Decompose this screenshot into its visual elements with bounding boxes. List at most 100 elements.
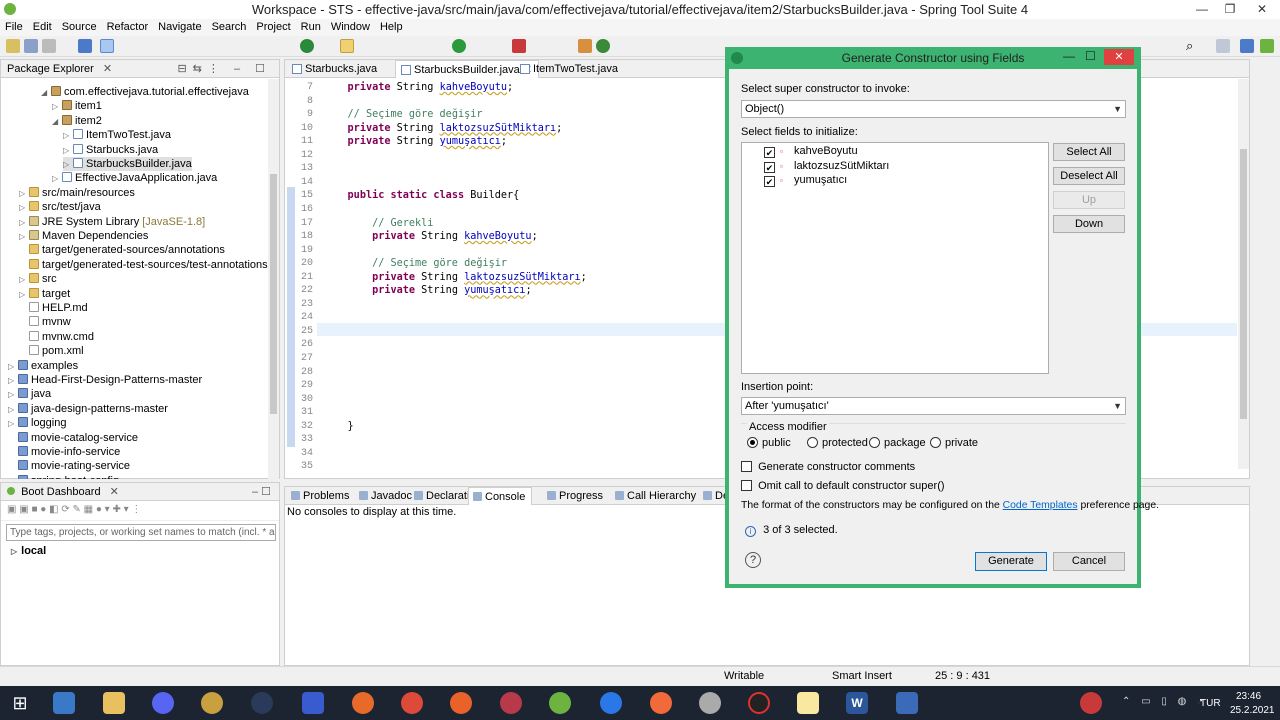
tree-item[interactable]: ▷ src [19,272,57,286]
chrome-icon[interactable] [401,692,423,714]
field-item[interactable]: ✔ ▫ kahveBoyutu [764,145,858,158]
tree-item[interactable]: movie-catalog-service [8,431,138,445]
app-icon[interactable] [699,692,721,714]
menu-item-1[interactable]: Edit [28,19,57,36]
package-tree-scrollbar[interactable] [268,79,279,479]
console-tab[interactable]: Console [468,487,533,505]
console-tab[interactable]: Problems [287,487,355,505]
console-tab[interactable]: Javadoc [355,487,418,505]
tree-expand-icon[interactable]: ▷ [19,201,29,215]
up-button[interactable]: Up [1053,191,1125,209]
start-icon[interactable]: ⊞ [9,692,31,714]
tree-expand-icon[interactable]: ▷ [8,374,18,388]
tree-item[interactable]: movie-info-service [8,445,120,459]
highlight-icon[interactable] [340,39,354,53]
notes-icon[interactable] [896,692,918,714]
cancel-button[interactable]: Cancel [1053,552,1125,571]
open-perspective-icon[interactable] [1216,39,1230,53]
stop-icon[interactable] [512,39,526,53]
toggle-icon[interactable] [78,39,92,53]
tree-expand-icon[interactable]: ▷ [63,144,73,158]
tree-item[interactable]: ▷ src/test/java [19,200,101,214]
omit-super-checkbox[interactable] [741,480,752,491]
tree-expand-icon[interactable]: ▷ [52,172,62,186]
tree-item[interactable]: ▷ StarbucksBuilder.java [63,157,192,171]
field-checkbox[interactable]: ✔ [764,147,775,158]
tree-item[interactable]: spring-boot-config [8,474,119,479]
tree-expand-icon[interactable]: ▷ [8,388,18,402]
generate-button[interactable]: Generate [975,552,1047,571]
save-all-icon[interactable] [42,39,56,53]
access-radio-public[interactable]: public [747,437,791,449]
dialog-close-icon[interactable]: ✕ [1104,49,1134,65]
menu-item-3[interactable]: Refactor [102,19,154,36]
editor-tab[interactable]: ItemTwoTest.java [515,60,624,78]
generate-comments-option[interactable]: Generate constructor comments [741,461,915,473]
tree-expand-icon[interactable]: ▷ [19,187,29,201]
search-icon[interactable]: ⌕ [1186,39,1200,53]
league-icon[interactable] [201,692,223,714]
tree-expand-icon[interactable]: ◢ [41,86,51,100]
tree-item[interactable]: ▷ logging [8,416,66,430]
origin-icon[interactable] [352,692,374,714]
notepad-icon[interactable] [797,692,819,714]
clock-time[interactable]: 23:46 [1236,691,1261,702]
tree-expand-icon[interactable]: ▷ [19,273,29,287]
down-button[interactable]: Down [1053,215,1125,233]
steam-icon[interactable] [251,692,273,714]
word-icon[interactable]: W [846,692,868,714]
tree-item[interactable]: ▷ ItemTwoTest.java [63,128,171,142]
sts-taskbar-icon[interactable] [549,692,571,714]
tree-item[interactable]: ▷ Maven Dependencies [19,229,148,243]
tree-item[interactable]: ▷ target [19,287,70,301]
help-icon[interactable]: ? [745,552,761,568]
mark-occurrences-icon[interactable] [100,39,114,53]
tree-expand-icon[interactable]: ▷ [8,417,18,431]
select-all-button[interactable]: Select All [1053,143,1125,161]
field-item[interactable]: ✔ ▫ laktozsuzSütMiktarı [764,160,889,173]
network-app-icon[interactable] [500,692,522,714]
spring-perspective-icon[interactable] [1260,39,1274,53]
close-view-icon[interactable]: ✕ [103,63,112,75]
access-radio-package[interactable]: package [869,437,926,449]
field-item[interactable]: ✔ ▫ yumuşatıcı [764,174,847,187]
tree-item[interactable]: ◢ item2 [52,114,102,128]
file-explorer-icon[interactable] [103,692,125,714]
maximize-icon[interactable]: ❐ [1216,0,1244,19]
language-indicator[interactable]: TUR [1200,698,1221,709]
new-icon[interactable] [6,39,20,53]
tree-item[interactable]: HELP.md [19,301,88,315]
tree-item[interactable]: target/generated-test-sources/test-annot… [19,258,268,272]
boot-target-local[interactable]: ▷ local [11,545,46,557]
deselect-all-button[interactable]: Deselect All [1053,167,1125,185]
discord-icon[interactable] [152,692,174,714]
menu-item-2[interactable]: Source [57,19,102,36]
tray-app-icon[interactable] [1080,692,1102,714]
java-perspective-icon[interactable] [1240,39,1254,53]
tree-item[interactable]: ◢ com.effectivejava.tutorial.effectivejav… [41,85,249,99]
tree-item[interactable]: mvnw.cmd [19,330,94,344]
refresh-icon[interactable] [596,39,610,53]
menu-item-5[interactable]: Search [207,19,252,36]
fields-list[interactable]: ✔ ▫ kahveBoyutu ✔ ▫ laktozsuzSütMiktarı ✔ ▫ yumu… [741,142,1049,374]
tree-item[interactable]: pom.xml [19,344,84,358]
minimize-view-icon[interactable]: – ☐ [252,483,271,501]
build-icon[interactable] [578,39,592,53]
radio-button[interactable] [747,437,758,448]
console-tab[interactable]: Call Hierarchy [611,487,702,505]
taskbar-app-icon[interactable] [53,692,75,714]
tree-item[interactable]: ▷ java [8,387,51,401]
tree-item[interactable]: ▷ JRE System Library [JavaSE-1.8] [19,215,205,229]
tree-expand-icon[interactable]: ▷ [63,129,73,143]
postman-icon[interactable] [650,692,672,714]
menu-item-6[interactable]: Project [251,19,295,36]
tree-expand-icon[interactable]: ▷ [8,403,18,417]
radio-button[interactable] [807,437,818,448]
menu-item-8[interactable]: Window [326,19,375,36]
access-radio-protected[interactable]: protected [807,437,868,449]
debug-run-icon[interactable] [452,39,466,53]
tree-expand-icon[interactable]: ▷ [63,158,73,172]
close-icon[interactable]: ✕ [1244,0,1280,19]
tree-item[interactable]: ▷ item1 [52,99,102,113]
tree-expand-icon[interactable]: ▷ [19,216,29,230]
